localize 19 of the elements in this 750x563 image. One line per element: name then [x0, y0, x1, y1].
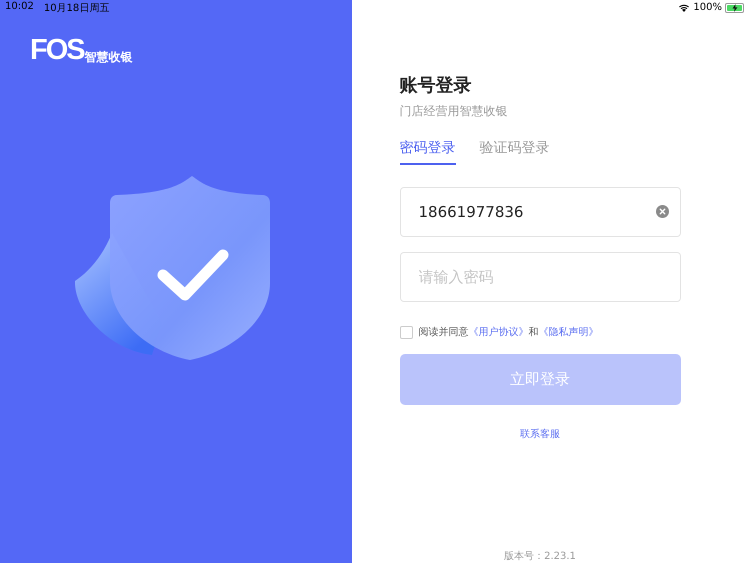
login-subtitle: 门店经营用智慧收银: [400, 103, 508, 119]
agreement-checkbox[interactable]: [400, 326, 412, 338]
agreement-link[interactable]: 《隐私声明》: [538, 327, 598, 338]
status-date: 10月18日周五: [44, 2, 110, 14]
agreement-text: 阅读并同意《用户协议》和《隐私声明》: [418, 326, 598, 339]
contact-support-link[interactable]: 联系客服: [520, 427, 560, 441]
login-tab[interactable]: 验证码登录: [480, 139, 550, 165]
logo-text: FOS: [30, 36, 84, 64]
clear-icon[interactable]: [656, 205, 668, 218]
status-time: 10:02: [5, 0, 34, 14]
battery-percent: 100%: [693, 2, 722, 13]
version-text: 版本号：2.23.1: [503, 550, 577, 563]
agreement-link[interactable]: 《用户协议》: [468, 327, 528, 338]
wifi-icon: [678, 3, 690, 12]
login-title: 账号登录: [400, 74, 472, 98]
password-field[interactable]: 请输入密码: [400, 252, 680, 302]
phone-field[interactable]: 18661977836: [400, 187, 680, 237]
brand-name: 智慧收银: [84, 50, 133, 64]
login-tab[interactable]: 密码登录: [400, 139, 456, 165]
